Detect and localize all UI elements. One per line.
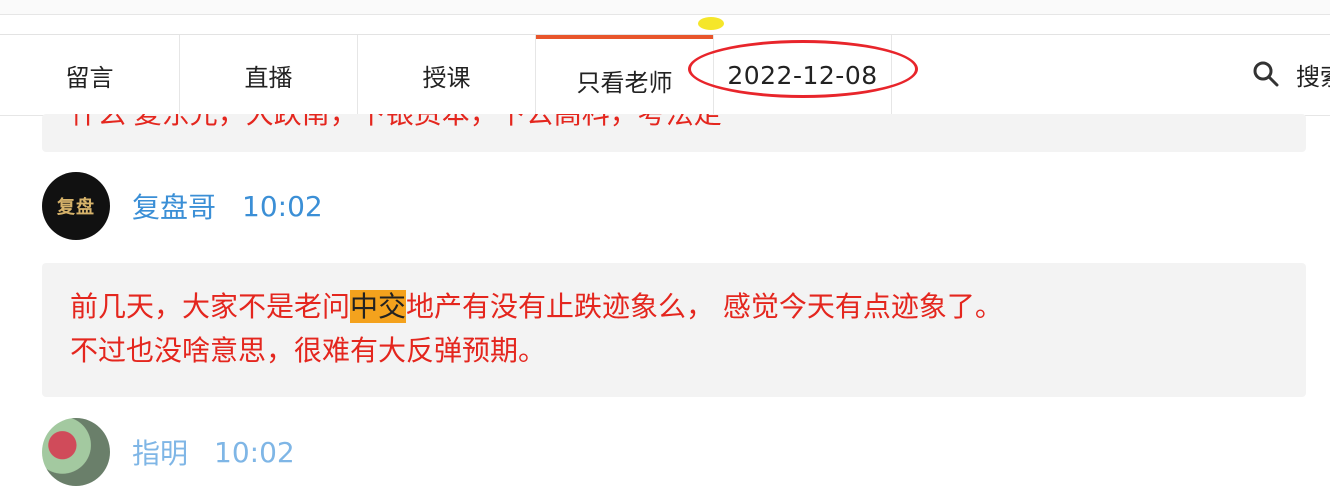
tab-teacher-only[interactable]: 只看老师 xyxy=(536,35,714,115)
top-strip xyxy=(0,0,1330,15)
tab-label: 直播 xyxy=(244,63,293,92)
author-name[interactable]: 复盘哥 xyxy=(132,186,216,226)
message-text: 地产有没有止跌迹象么， 感觉今天有点迹象了。 xyxy=(406,290,1003,323)
avatar[interactable]: 复盘 xyxy=(42,172,110,240)
tab-comments[interactable]: 留言 xyxy=(0,35,180,115)
message-line-2: 不过也没啥意思，很难有大反弹预期。 xyxy=(70,334,547,367)
avatar-logo: 复盘 xyxy=(57,197,95,218)
date-filter[interactable]: 2022-12-08 xyxy=(714,35,892,115)
search-icon xyxy=(1253,61,1279,87)
tab-lessons[interactable]: 授课 xyxy=(358,35,536,115)
tab-bar: 留言 直播 授课 只看老师 2022-12-08 xyxy=(0,34,1330,116)
tab-label: 留言 xyxy=(65,63,114,92)
tab-label: 只看老师 xyxy=(576,68,673,97)
message-header: 指明 10:02 xyxy=(42,418,295,486)
tab-live[interactable]: 直播 xyxy=(180,35,358,115)
message-line-1: 前几天，大家不是老问中交地产有没有止跌迹象么， 感觉今天有点迹象了。 xyxy=(70,285,1278,329)
tab-label: 授课 xyxy=(422,63,471,92)
message-bubble: 前几天，大家不是老问中交地产有没有止跌迹象么， 感觉今天有点迹象了。 不过也没啥… xyxy=(42,263,1306,397)
highlighted-keyword: 中交 xyxy=(350,290,407,323)
date-value: 2022-12-08 xyxy=(727,60,878,90)
avatar[interactable] xyxy=(42,418,110,486)
search-button[interactable]: 搜索 xyxy=(1252,34,1330,114)
message-text: 前几天，大家不是老问 xyxy=(70,290,351,323)
search-label: 搜索 xyxy=(1296,62,1330,91)
author-name[interactable]: 指明 xyxy=(132,432,188,472)
indicator-dot xyxy=(698,17,724,30)
message-time: 10:02 xyxy=(214,435,295,469)
message-header: 复盘 复盘哥 10:02 xyxy=(42,172,323,240)
message-bubble: 什么'复东光，大跌南，下银资本，下公高科，考法走 xyxy=(42,114,1306,152)
message-time: 10:02 xyxy=(242,189,323,223)
message-text: 什么'复东光，大跌南，下银资本，下公高科，考法走 xyxy=(70,114,722,132)
